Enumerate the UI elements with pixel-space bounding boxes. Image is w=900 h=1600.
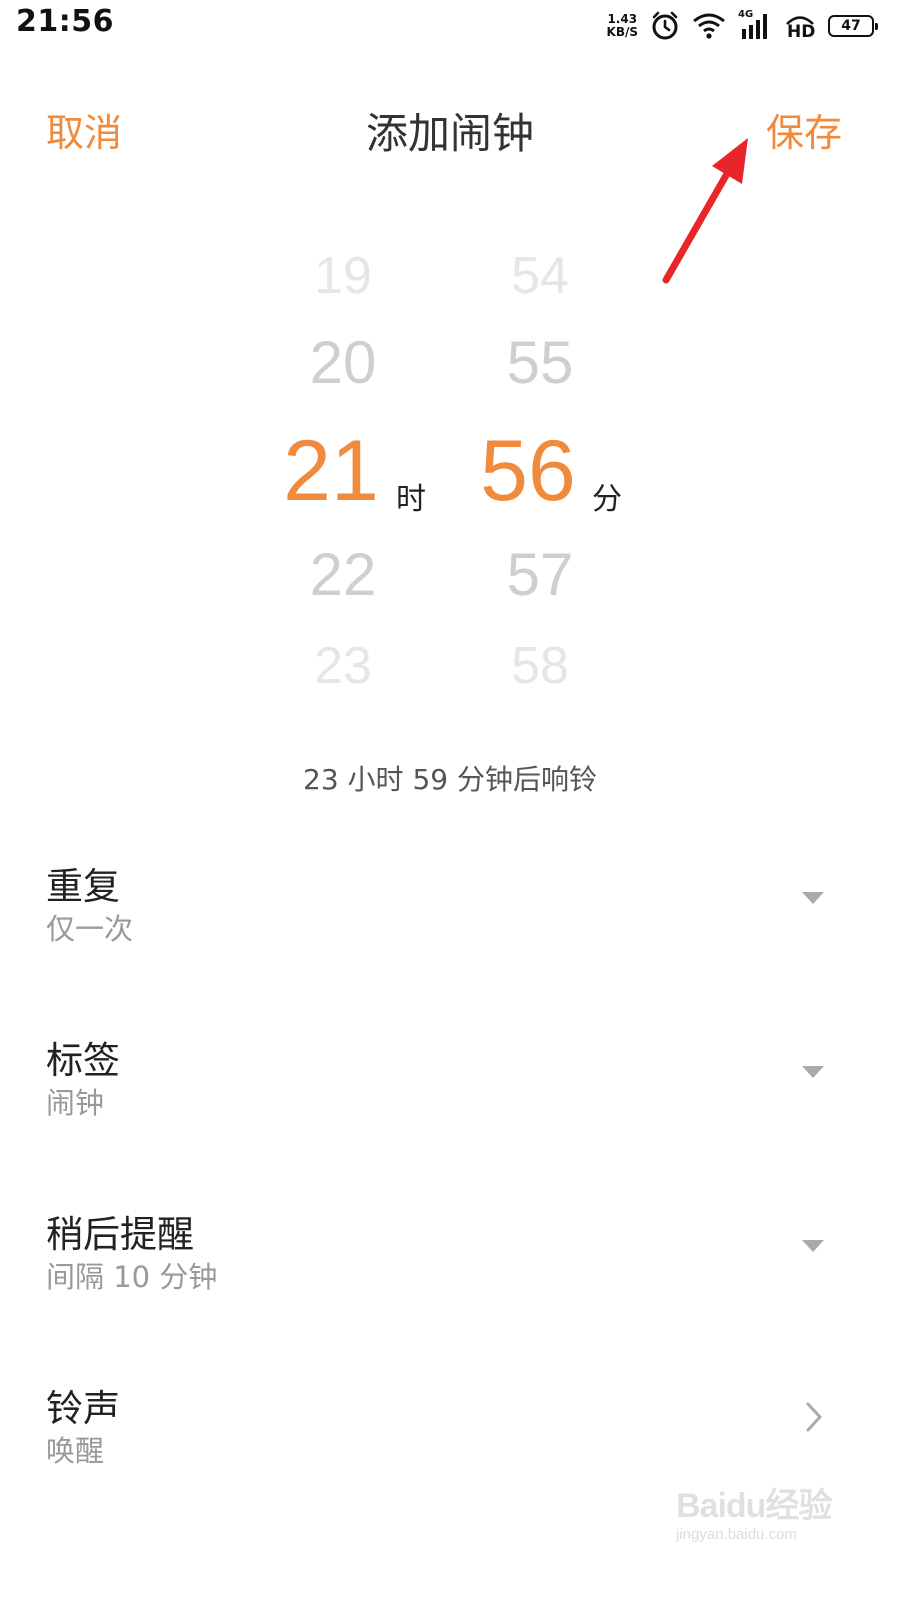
minute-picker[interactable]: 54 55 56 57 58 [470,240,610,710]
hour-picker[interactable]: 19 20 21 22 23 [273,240,413,710]
status-time: 21:56 [16,4,114,39]
cellular-signal: 4G [738,9,772,41]
setting-value: 间隔 10 分钟 [46,1260,218,1294]
dropdown-triangle-icon [802,892,824,904]
status-bar: 21:56 1.43 KB/S 4G HD 47 [0,0,900,52]
selected-hour[interactable]: 21 [261,422,401,521]
setting-label: 铃声 [46,1387,120,1430]
baidu-jingyan-watermark: Baidu经验 jingyan.baidu.com [668,1478,838,1558]
save-button[interactable]: 保存 [766,102,842,157]
dropdown-triangle-icon [802,1240,824,1252]
minute-option[interactable]: 55 [470,328,610,397]
status-icons: 1.43 KB/S 4G HD 47 [607,6,878,46]
hour-option[interactable]: 22 [273,540,413,609]
setting-value: 仅一次 [46,912,134,946]
minute-unit-label: 分 [592,482,622,517]
minute-option[interactable]: 54 [470,246,610,306]
watermark-url: jingyan.baidu.com [676,1526,797,1543]
setting-label: 稍后提醒 [46,1213,194,1256]
watermark-text: Baidu经验 [676,1487,832,1525]
selected-minute[interactable]: 56 [458,422,598,521]
alarm-clock-icon [652,11,678,40]
cellular-signal-icon [742,14,767,39]
hour-option[interactable]: 19 [273,246,413,306]
setting-label: 重复 [46,865,120,908]
network-speed-unit: KB/S [606,25,638,39]
setting-label: 标签 [46,1039,120,1082]
network-speed: 1.43 KB/S [607,13,638,39]
setting-repeat[interactable]: 重复 仅一次 [0,856,900,976]
minute-option[interactable]: 57 [470,540,610,609]
wifi-icon [693,13,725,39]
setting-value: 唤醒 [46,1434,105,1468]
battery-level: 47 [841,18,861,34]
ring-countdown-text: 23 小时 59 分钟后响铃 [303,763,597,796]
hour-unit-label: 时 [396,482,426,517]
hd-indicator: HD [784,11,816,42]
dropdown-triangle-icon [802,1066,824,1078]
battery-icon: 47 [828,15,878,37]
setting-snooze[interactable]: 稍后提醒 间隔 10 分钟 [0,1204,900,1324]
chevron-right-icon [806,1402,822,1432]
setting-value: 闹钟 [46,1086,105,1120]
annotation-arrow-icon [662,138,748,284]
hd-label: HD [787,22,816,42]
setting-label-name[interactable]: 标签 闹钟 [0,1030,900,1150]
minute-option[interactable]: 58 [470,636,610,696]
hour-option[interactable]: 20 [273,328,413,397]
hour-option[interactable]: 23 [273,636,413,696]
